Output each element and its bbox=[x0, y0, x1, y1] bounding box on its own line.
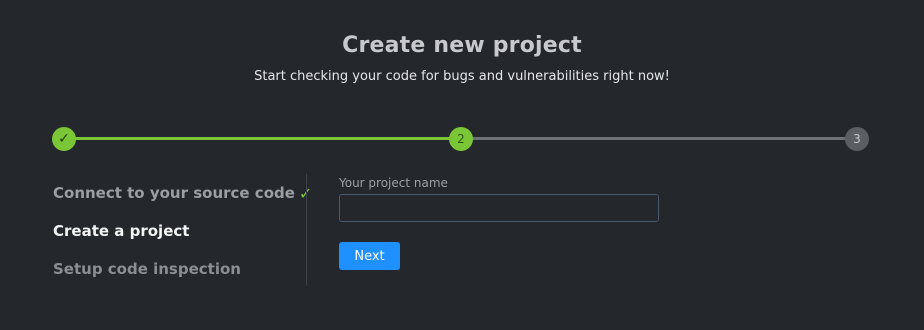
stepper-track-completed bbox=[64, 137, 461, 140]
stepper-track-pending bbox=[461, 137, 857, 140]
stepper-step-2: 2 bbox=[449, 127, 473, 151]
stepper-step-3: 3 bbox=[845, 127, 869, 151]
vertical-divider bbox=[306, 174, 307, 286]
create-project-page: Create new project Start checking your c… bbox=[0, 0, 924, 330]
next-button[interactable]: Next bbox=[339, 242, 400, 270]
step-connect-source: Connect to your source code ✓ bbox=[53, 174, 313, 212]
step-setup-inspection-label: Setup code inspection bbox=[53, 260, 241, 278]
stepper-step-1-check-icon: ✓ bbox=[52, 127, 76, 151]
project-name-input[interactable] bbox=[339, 194, 659, 222]
step-create-project: Create a project bbox=[53, 212, 313, 250]
step-create-project-label: Create a project bbox=[53, 222, 190, 240]
step-setup-inspection: Setup code inspection bbox=[53, 250, 313, 288]
step-connect-source-label: Connect to your source code bbox=[53, 184, 295, 202]
project-name-label: Your project name bbox=[339, 176, 448, 190]
page-subtitle: Start checking your code for bugs and vu… bbox=[254, 69, 670, 84]
page-title: Create new project bbox=[342, 33, 582, 58]
steps-list: Connect to your source code ✓ Create a p… bbox=[53, 174, 313, 288]
